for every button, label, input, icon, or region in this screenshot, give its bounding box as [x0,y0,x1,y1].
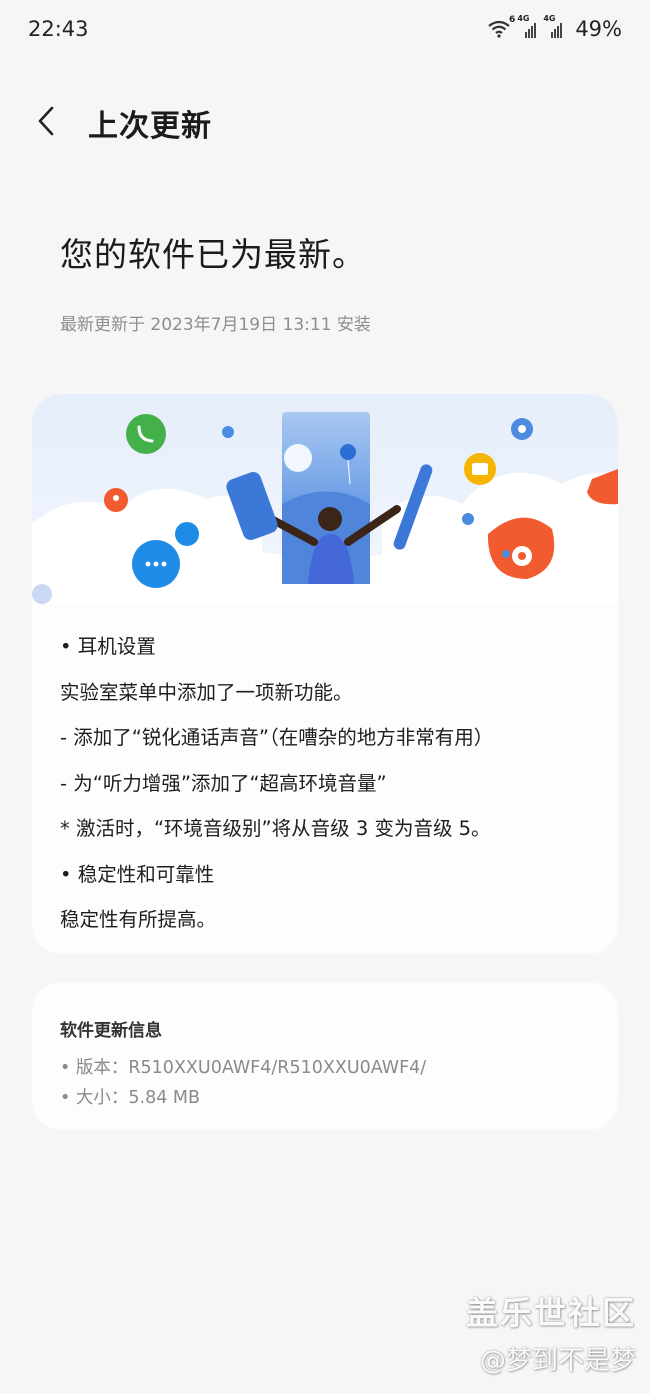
status-icons: 6 4G 4G 49% [487,14,622,41]
note-line: • 耳机设置 [60,635,156,658]
info-title: 软件更新信息 [60,1021,162,1041]
note-line: 稳定性有所提高。 [60,908,217,931]
watermark-title: 盖乐世社区 [465,1294,636,1332]
note-line: 实验室菜单中添加了一项新功能。 [60,680,353,704]
status-time: 22:43 [28,17,89,41]
sim1-network-label: 4G [517,14,530,23]
release-notes-card: • 耳机设置 实验室菜单中添加了一项新功能。 - 添加了“锐化通话声音”（在嘈杂… [32,394,618,954]
release-notes: • 耳机设置 实验室菜单中添加了一项新功能。 - 添加了“锐化通话声音”（在嘈杂… [32,604,618,943]
page-header: 上次更新 [36,95,212,151]
back-button[interactable] [36,95,80,151]
page-title: 上次更新 [88,109,212,144]
battery-percentage: 49% [575,17,622,41]
sim2-network-label: 4G [543,14,556,23]
sim2-signal-icon: 4G [543,14,565,38]
watermark-author: @梦到不是梦 [479,1346,636,1376]
note-line: * 激活时，“环境音级别”将从音级 3 变为音级 5。 [60,817,491,840]
update-status-title: 您的软件已为最新。 [60,235,366,274]
size-info: • 大小：5.84 MB [60,1088,201,1108]
note-line: - 为“听力增强”添加了“超高环境音量” [60,771,387,795]
wifi-badge: 6 [509,15,516,25]
software-update-illustration [32,394,618,604]
note-line: - 添加了“锐化通话声音”（在嘈杂的地方非常有用） [60,726,494,749]
software-info-card: 软件更新信息 • 版本：R510XXU0AWF4/R510XXU0AWF4/ •… [32,982,618,1130]
note-line: • 稳定性和可靠性 [60,862,215,886]
last-update-text: 最新更新于 2023年7月19日 13:11 安装 [60,315,371,335]
chevron-left-icon [36,105,56,141]
wifi-icon: 6 [487,15,515,39]
status-bar: 22:43 6 4G 4G 49% [0,0,650,58]
version-info: • 版本：R510XXU0AWF4/R510XXU0AWF4/ [60,1058,427,1078]
sim1-signal-icon: 4G [517,14,539,38]
watermark: 盖乐世社区 @梦到不是梦 [466,1288,636,1377]
